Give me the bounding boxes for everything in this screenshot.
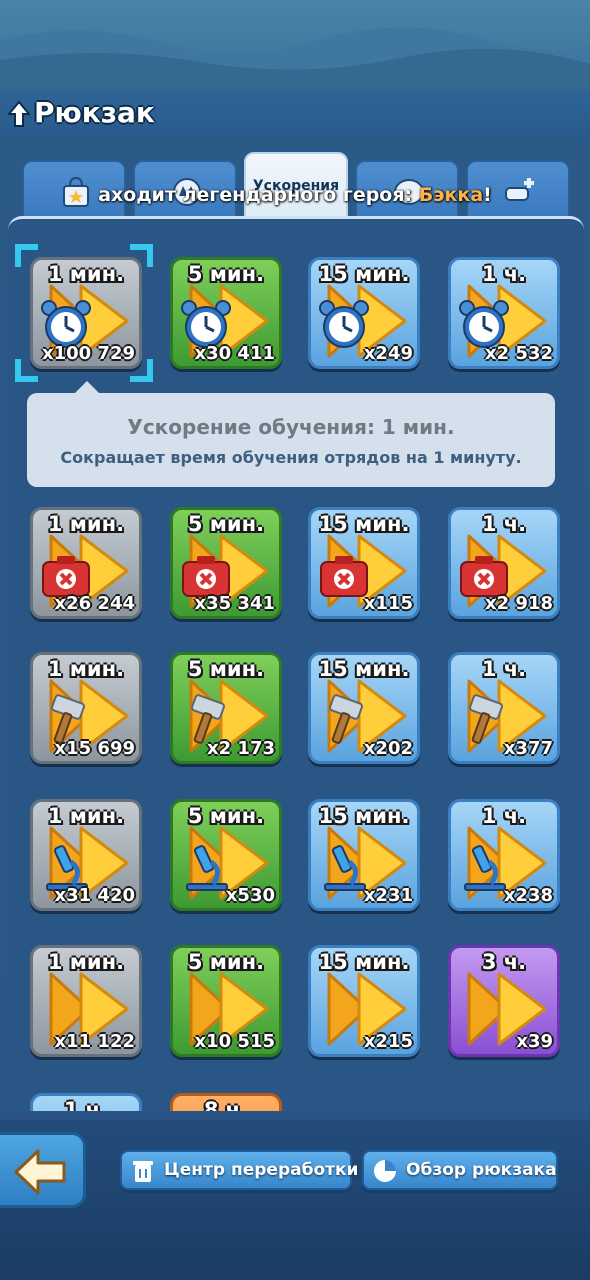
trash-icon: [133, 1161, 153, 1182]
banner-text: аходит легендарного героя:: [98, 184, 419, 206]
inventory-panel: 1 мин. x100 729 5 мин. x30 411 15 мин. x249 1 …: [8, 216, 584, 1111]
item-duration-label: 15 мин.: [318, 262, 410, 286]
item-tooltip: Ускорение обучения: 1 мин. Сокращает вре…: [27, 381, 555, 487]
item-count: x30 411: [194, 343, 276, 364]
tooltip-description: Сокращает время обучения отрядов на 1 ми…: [60, 448, 522, 467]
item-count: x215: [363, 1031, 413, 1052]
item-count: x26 244: [54, 593, 136, 614]
speedup-item[interactable]: 15 мин. x202: [308, 652, 420, 764]
item-count: x10 515: [194, 1031, 276, 1052]
speedup-item[interactable]: 15 мин. x215: [308, 945, 420, 1057]
item-count: x31 420: [54, 885, 136, 906]
item-count: x377: [503, 738, 553, 759]
speedup-item[interactable]: 8 ч.: [170, 1093, 282, 1111]
speedup-item[interactable]: 1 ч. x238: [448, 799, 560, 911]
item-duration-label: 15 мин.: [318, 512, 410, 536]
recycle-center-label: Центр переработки: [164, 1160, 359, 1180]
bottom-bar: [0, 1120, 590, 1280]
item-count: x15 699: [54, 738, 136, 759]
title-bar: Рюкзак: [0, 90, 590, 138]
item-count: x238: [503, 885, 553, 906]
item-count: x35 341: [194, 593, 276, 614]
speedup-item[interactable]: 3 ч. x39: [448, 945, 560, 1057]
item-duration-label: 5 мин.: [187, 950, 265, 974]
item-count: x11 122: [54, 1031, 136, 1052]
header-background: [0, 0, 590, 95]
item-duration-label: 5 мин.: [187, 804, 265, 828]
item-duration-label: 5 мин.: [187, 262, 265, 286]
speedup-item[interactable]: 5 мин. x10 515: [170, 945, 282, 1057]
item-duration-label: 3 ч.: [481, 950, 527, 974]
speedup-item[interactable]: 15 мин. x115: [308, 507, 420, 619]
selection-frame: [15, 244, 153, 382]
item-duration-label: 8 ч.: [203, 1098, 249, 1111]
speedup-item[interactable]: 15 мин. x231: [308, 799, 420, 911]
item-count: x2 918: [485, 593, 553, 614]
backpack-overview-button[interactable]: Обзор рюкзака: [362, 1150, 558, 1190]
speedup-item[interactable]: 5 мин. x530: [170, 799, 282, 911]
backpack-overview-label: Обзор рюкзака: [406, 1160, 557, 1180]
item-duration-label: 5 мин.: [187, 512, 265, 536]
speedup-item[interactable]: 1 мин. x31 420: [30, 799, 142, 911]
item-count: x231: [363, 885, 413, 906]
speedup-item[interactable]: 1 ч. x2 532: [448, 257, 560, 369]
item-duration-label: 1 мин.: [47, 512, 125, 536]
banner-suffix: !: [483, 184, 492, 206]
item-duration-label: 1 ч.: [63, 1098, 109, 1111]
item-duration-label: 15 мин.: [318, 950, 410, 974]
legendary-hero-banner: аходит легендарного героя: Бэкка!: [30, 184, 560, 212]
item-duration-label: 1 мин.: [47, 950, 125, 974]
back-button[interactable]: [0, 1132, 86, 1208]
backpack-screen: Рюкзак Ускорения аходит легендарного гер…: [0, 0, 590, 1280]
speedup-item[interactable]: 1 ч. x2 918: [448, 507, 560, 619]
item-count: x39: [516, 1031, 553, 1052]
item-count: x202: [363, 738, 413, 759]
speedup-item[interactable]: 5 мин. x30 411: [170, 257, 282, 369]
item-count: x530: [225, 885, 275, 906]
speedup-item[interactable]: 1 мин. x11 122: [30, 945, 142, 1057]
item-duration-label: 1 ч.: [481, 512, 527, 536]
item-duration-label: 1 ч.: [481, 657, 527, 681]
speedup-item[interactable]: 1 мин. x15 699: [30, 652, 142, 764]
item-duration-label: 5 мин.: [187, 657, 265, 681]
item-count: x249: [363, 343, 413, 364]
banner-hero-name: Бэкка: [418, 184, 484, 206]
item-duration-label: 1 мин.: [47, 657, 125, 681]
tooltip-title: Ускорение обучения: 1 мин.: [127, 415, 455, 439]
back-arrow-icon: [14, 1149, 66, 1195]
item-duration-label: 1 ч.: [481, 262, 527, 286]
page-title: Рюкзак: [34, 96, 155, 129]
item-count: x2 173: [207, 738, 275, 759]
speedup-item[interactable]: 5 мин. x35 341: [170, 507, 282, 619]
pie-chart-icon: [374, 1160, 396, 1182]
recycle-center-button[interactable]: Центр переработки: [120, 1150, 358, 1190]
item-duration-label: 15 мин.: [318, 657, 410, 681]
up-arrow-icon: [8, 100, 30, 127]
item-duration-label: 1 мин.: [47, 804, 125, 828]
item-count: x2 532: [485, 343, 553, 364]
speedup-item[interactable]: 15 мин. x249: [308, 257, 420, 369]
speedup-item[interactable]: 1 мин. x26 244: [30, 507, 142, 619]
speedup-item[interactable]: 5 мин. x2 173: [170, 652, 282, 764]
speedup-item[interactable]: 1 ч.: [30, 1093, 142, 1111]
tooltip-arrow: [75, 381, 99, 393]
speedup-item[interactable]: 1 ч. x377: [448, 652, 560, 764]
item-count: x115: [363, 593, 413, 614]
item-duration-label: 15 мин.: [318, 804, 410, 828]
item-duration-label: 1 ч.: [481, 804, 527, 828]
